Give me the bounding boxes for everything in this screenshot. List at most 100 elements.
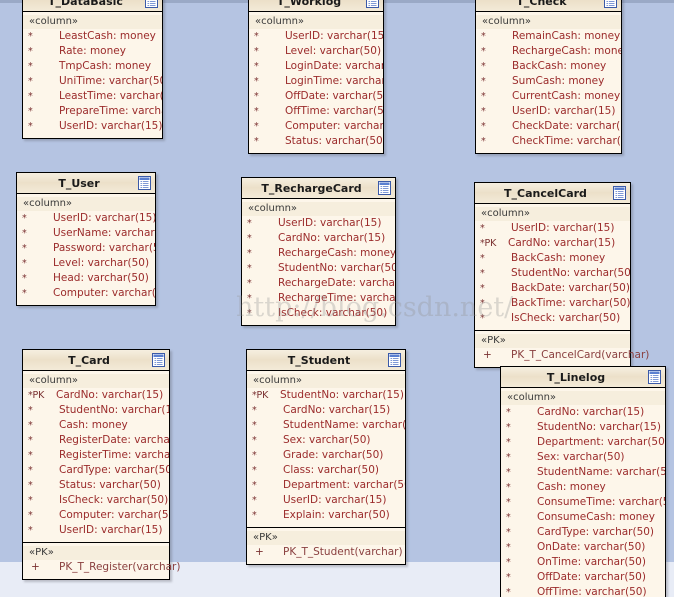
uml-table-t_worklog[interactable]: T_Worklog «column» * UserID: varchar(15) * Le… — [248, 0, 384, 154]
column-row[interactable]: * LeastCash: money — [23, 29, 162, 44]
column-row[interactable]: * CheckTime: varchar(50) — [476, 134, 621, 149]
uml-table-t_user[interactable]: T_User «column» * UserID: varchar(15) * UserN… — [16, 172, 156, 306]
table-header[interactable]: T_RechargeCard — [242, 178, 395, 199]
column-row[interactable]: * UserName: varchar(50) — [17, 226, 155, 241]
column-row[interactable]: * Cash: money — [23, 418, 169, 433]
column-row[interactable]: * CheckDate: varchar(50) — [476, 119, 621, 134]
column-row[interactable]: * StudentNo: varchar(50) — [242, 261, 395, 276]
column-row[interactable]: * Status: varchar(50) — [249, 134, 383, 149]
column-row[interactable]: * BackDate: varchar(50) — [475, 281, 630, 296]
column-row[interactable]: * Status: varchar(50) — [23, 478, 169, 493]
column-row-pk[interactable]: *PK CardNo: varchar(15) — [23, 388, 169, 403]
column-row[interactable]: * StudentNo: varchar(15) — [501, 420, 665, 435]
column-row[interactable]: * BackCash: money — [475, 251, 630, 266]
column-row[interactable]: * Computer: varchar(50) — [249, 119, 383, 134]
column-row[interactable]: * LeastTime: varchar(50) — [23, 89, 162, 104]
column-row[interactable]: * RegisterTime: varchar(50) — [23, 448, 169, 463]
pk-constraint-row[interactable]: + PK_T_Register(varchar) — [23, 560, 180, 575]
column-row[interactable]: * Computer: varchar(50) — [23, 508, 169, 523]
column-row[interactable]: * StudentName: varchar(50) — [501, 465, 665, 480]
column-row[interactable]: * OffDate: varchar(50) — [249, 89, 383, 104]
table-header[interactable]: T_CancelCard — [475, 183, 630, 204]
column-row[interactable]: * CardType: varchar(50) — [23, 463, 169, 478]
table-header[interactable]: T_Student — [247, 350, 405, 371]
column-name-type: BackCash: money — [512, 60, 607, 72]
column-row[interactable]: * OffTime: varchar(50) — [249, 104, 383, 119]
column-row[interactable]: * UserID: varchar(15) — [249, 29, 383, 44]
column-row[interactable]: * OnTime: varchar(50) — [501, 555, 665, 570]
column-row[interactable]: * UserID: varchar(15) — [17, 211, 155, 226]
column-row[interactable]: * RechargeCash: money — [242, 246, 395, 261]
uml-table-t_databasic[interactable]: T_DataBasic «column» * LeastCash: money * Rat… — [22, 0, 163, 139]
table-header[interactable]: T_Check — [476, 0, 621, 12]
table-header[interactable]: T_Worklog — [249, 0, 383, 12]
column-row[interactable]: * StudentNo: varchar(15) — [23, 403, 169, 418]
column-row[interactable]: * LoginDate: varchar(50) — [249, 59, 383, 74]
attribute-marker: * — [506, 587, 511, 597]
table-header[interactable]: T_DataBasic — [23, 0, 162, 12]
column-row[interactable]: * Explain: varchar(50) — [247, 508, 405, 523]
column-row[interactable]: * IsCheck: varchar(50) — [475, 311, 630, 326]
table-header[interactable]: T_User — [17, 173, 155, 194]
uml-table-t_check[interactable]: T_Check «column» * RemainCash: money * Rechar… — [475, 0, 622, 154]
column-row[interactable]: * UniTime: varchar(50) — [23, 74, 162, 89]
column-row-pk[interactable]: *PK CardNo: varchar(15) — [475, 236, 630, 251]
column-row[interactable]: * BackCash: money — [476, 59, 621, 74]
uml-table-t_cancelcard[interactable]: T_CancelCard «column» * UserID: varchar(15)… — [474, 182, 649, 368]
column-row[interactable]: * CurrentCash: money — [476, 89, 621, 104]
column-row[interactable]: * OffTime: varchar(50) — [501, 585, 665, 597]
column-row[interactable]: * UserID: varchar(15) — [247, 493, 405, 508]
column-row[interactable]: * Level: varchar(50) — [249, 44, 383, 59]
column-row[interactable]: * ConsumeCash: money — [501, 510, 665, 525]
column-row[interactable]: * CardNo: varchar(15) — [501, 405, 665, 420]
column-row[interactable]: * Department: varchar(50) — [247, 478, 405, 493]
column-row[interactable]: * IsCheck: varchar(50) — [242, 306, 395, 321]
column-row[interactable]: * IsCheck: varchar(50) — [23, 493, 169, 508]
column-row[interactable]: * Grade: varchar(50) — [247, 448, 405, 463]
column-row[interactable]: * Computer: varchar(50) — [17, 286, 155, 301]
column-row[interactable]: * ConsumeTime: varchar(50) — [501, 495, 665, 510]
column-row[interactable]: * Level: varchar(50) — [17, 256, 155, 271]
uml-table-t_rechargecard[interactable]: T_RechargeCard «column» * UserID: varchar(1… — [241, 177, 396, 326]
uml-table-t_student[interactable]: T_Student «column» *PK StudentNo: varchar(1… — [246, 349, 406, 565]
column-row[interactable]: * Cash: money — [501, 480, 665, 495]
column-row[interactable]: * OnDate: varchar(50) — [501, 540, 665, 555]
column-row[interactable]: * UserID: varchar(15) — [475, 221, 630, 236]
column-row-pk[interactable]: *PK StudentNo: varchar(15) — [247, 388, 405, 403]
column-row[interactable]: * RemainCash: money — [476, 29, 621, 44]
uml-table-t_card[interactable]: T_Card «column» *PK CardNo: varchar(15) * Stu… — [22, 349, 180, 580]
column-row[interactable]: * TmpCash: money — [23, 59, 162, 74]
column-row[interactable]: * RechargeDate: varchar(50) — [242, 276, 395, 291]
column-row[interactable]: * Department: varchar(50) — [501, 435, 665, 450]
column-row[interactable]: * Password: varchar(50) — [17, 241, 155, 256]
column-row[interactable]: * UserID: varchar(15) — [242, 216, 395, 231]
column-row[interactable]: * Sex: varchar(50) — [501, 450, 665, 465]
column-row[interactable]: * CardType: varchar(50) — [501, 525, 665, 540]
attribute-marker: * — [247, 263, 252, 274]
column-row[interactable]: * RegisterDate: varchar(50) — [23, 433, 169, 448]
column-row[interactable]: * CardNo: varchar(15) — [242, 231, 395, 246]
column-row[interactable]: * UserID: varchar(15) — [23, 119, 162, 134]
column-row[interactable]: * Sex: varchar(50) — [247, 433, 405, 448]
column-row[interactable]: * Class: varchar(50) — [247, 463, 405, 478]
column-row[interactable]: * SumCash: money — [476, 74, 621, 89]
column-row[interactable]: * RechargeTime: varchar(50) — [242, 291, 395, 306]
column-row[interactable]: * UserID: varchar(15) — [23, 523, 169, 538]
column-row[interactable]: * StudentNo: varchar(50) — [475, 266, 630, 281]
column-row[interactable]: * BackTime: varchar(50) — [475, 296, 630, 311]
column-row[interactable]: * RechargeCash: money — [476, 44, 621, 59]
column-row[interactable]: * OffDate: varchar(50) — [501, 570, 665, 585]
pk-constraint-row[interactable]: + PK_T_Student(varchar) — [247, 545, 405, 560]
uml-class-diagram-canvas[interactable]: T_DataBasic «column» * LeastCash: money * Rat… — [0, 0, 674, 597]
column-row[interactable]: * StudentName: varchar(50) — [247, 418, 405, 433]
column-row[interactable]: * CardNo: varchar(15) — [247, 403, 405, 418]
column-row[interactable]: * Rate: money — [23, 44, 162, 59]
column-row[interactable]: * PrepareTime: varchar(50) — [23, 104, 162, 119]
pk-constraint-row[interactable]: + PK_T_CancelCard(varchar) — [475, 348, 649, 363]
table-header[interactable]: T_Card — [23, 350, 169, 371]
uml-table-t_linelog[interactable]: T_Linelog «column» * CardNo: varchar(15) * St… — [500, 366, 666, 597]
column-row[interactable]: * LoginTime: varchar(50) — [249, 74, 383, 89]
column-row[interactable]: * UserID: varchar(15) — [476, 104, 621, 119]
column-row[interactable]: * Head: varchar(50) — [17, 271, 155, 286]
table-header[interactable]: T_Linelog — [501, 367, 665, 388]
